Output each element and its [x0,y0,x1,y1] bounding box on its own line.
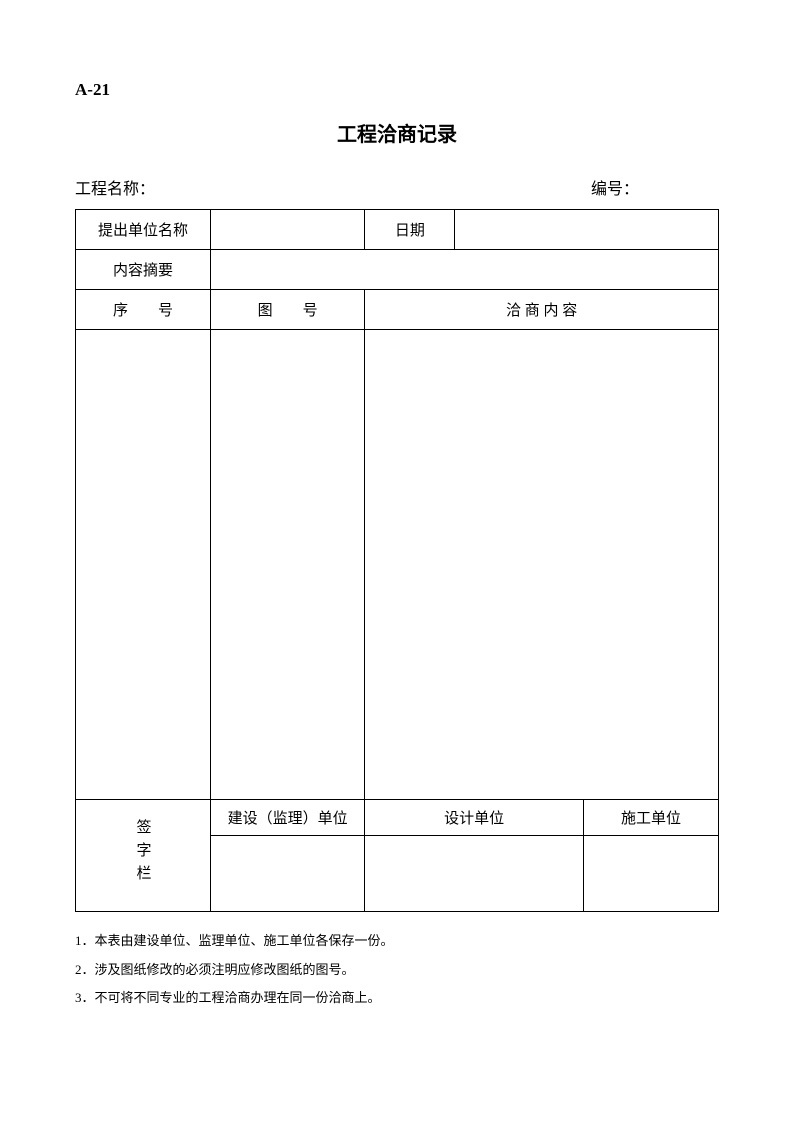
drawing-header: 图 号 [211,290,365,330]
signature-col2-header: 设计单位 [365,800,584,836]
table-row: 序 号 图 号 洽 商 内 容 [76,290,719,330]
signature-col1-body [211,836,365,912]
seq-header: 序 号 [76,290,211,330]
table-row: 提出单位名称 日期 [76,210,719,250]
table-row: 签字栏 建设（监理）单位 设计单位 施工单位 [76,800,719,836]
signature-col3-body [583,836,718,912]
date-label: 日期 [365,210,455,250]
page-title: 工程洽商记录 [75,118,719,147]
note-3: 3．不可将不同专业的工程洽商办理在同一份洽商上。 [75,984,719,1013]
signature-label-cell: 签字栏 [76,800,211,912]
seq-body [76,330,211,800]
signature-col1-header: 建设（监理）单位 [211,800,365,836]
summary-value [211,250,719,290]
summary-label: 内容摘要 [76,250,211,290]
note-1: 1．本表由建设单位、监理单位、施工单位各保存一份。 [75,927,719,956]
signature-col2-body [365,836,584,912]
content-body [365,330,719,800]
signature-label: 签字栏 [133,819,154,888]
content-header: 洽 商 内 容 [365,290,719,330]
proposing-unit-label: 提出单位名称 [76,210,211,250]
drawing-body [211,330,365,800]
form-number-label: 编号： [591,175,639,199]
project-name-label: 工程名称： [75,175,155,199]
form-code: A-21 [75,80,719,100]
note-2: 2．涉及图纸修改的必须注明应修改图纸的图号。 [75,956,719,985]
table-row: 内容摘要 [76,250,719,290]
signature-col3-header: 施工单位 [583,800,718,836]
proposing-unit-value [211,210,365,250]
date-value [455,210,719,250]
notes-section: 1．本表由建设单位、监理单位、施工单位各保存一份。 2．涉及图纸修改的必须注明应… [75,927,719,1013]
main-table: 提出单位名称 日期 内容摘要 序 号 图 号 洽 商 内 容 签字栏 建设（监理… [75,209,719,912]
table-row [76,330,719,800]
info-row: 工程名称： 编号： [75,175,719,199]
